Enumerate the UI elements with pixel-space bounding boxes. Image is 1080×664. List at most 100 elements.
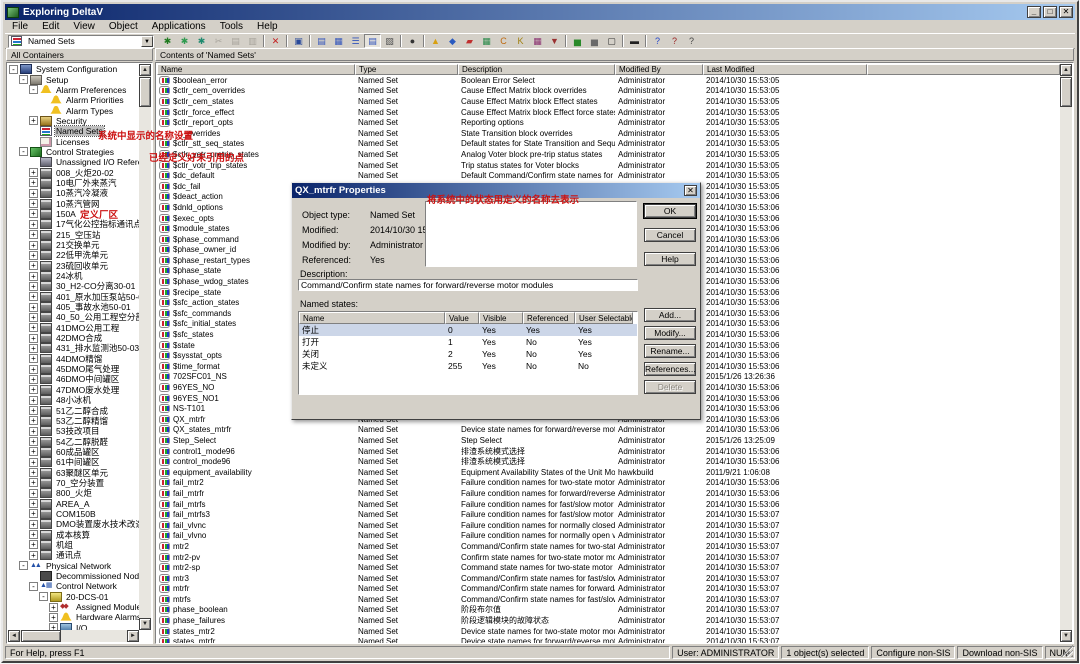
tree-item[interactable]: +通讯点 xyxy=(8,550,139,560)
tree-item[interactable]: -System Configuration xyxy=(8,64,139,74)
named-state-row[interactable]: 停止0YesYesYes xyxy=(299,324,637,336)
tree-item[interactable]: Named Sets xyxy=(8,126,139,136)
operator-station-button[interactable]: ◆ xyxy=(444,34,461,48)
tree-expand-toggle[interactable]: + xyxy=(49,613,58,622)
eraser-button[interactable]: ▰ xyxy=(461,34,478,48)
tree-expand-toggle[interactable]: + xyxy=(29,365,38,374)
modify-button[interactable]: Modify... xyxy=(644,326,696,340)
delete-button[interactable]: ✕ xyxy=(267,34,284,48)
tree-item[interactable]: +Security xyxy=(8,116,139,126)
list-row[interactable]: states_mtrfrNamed SetDevice state names … xyxy=(157,636,1060,643)
user-key-button[interactable]: K xyxy=(512,34,529,48)
list-row[interactable]: $ctlr_stt_seq_statesNamed SetDefault sta… xyxy=(157,139,1060,150)
tree-expand-toggle[interactable]: + xyxy=(29,313,38,322)
scrollbar-thumb[interactable] xyxy=(21,630,61,642)
tree-expand-toggle[interactable]: + xyxy=(49,603,58,612)
tree-item[interactable]: -Control Strategies xyxy=(8,147,139,157)
tree-item[interactable]: -20-DCS-01 xyxy=(8,592,139,602)
help-button[interactable]: Help xyxy=(644,252,696,266)
states-column-header-value[interactable]: Value xyxy=(445,312,479,324)
tree-expand-toggle[interactable]: + xyxy=(29,230,38,239)
tree-item[interactable]: +Hardware Alarms xyxy=(8,612,139,622)
tree-expand-toggle[interactable]: + xyxy=(29,478,38,487)
menu-view[interactable]: View xyxy=(66,21,102,32)
update-download-button[interactable]: ▣ xyxy=(290,34,307,48)
list-row[interactable]: fail_vlvnoNamed SetFailure condition nam… xyxy=(157,531,1060,542)
column-header-last-modified[interactable]: Last Modified xyxy=(703,64,867,75)
tree-expand-toggle[interactable]: + xyxy=(29,540,38,549)
title-bar[interactable]: Exploring DeltaV _ □ ✕ xyxy=(5,4,1075,20)
tree-expand-toggle[interactable]: - xyxy=(39,592,48,601)
download-partial-button[interactable]: ✱ xyxy=(176,34,193,48)
list-row[interactable]: mtr2-spNamed SetCommand state names for … xyxy=(157,562,1060,573)
list-row[interactable]: control_mode96Named Set排渣系统模式选择Administr… xyxy=(157,456,1060,467)
resize-grip[interactable] xyxy=(1061,645,1073,657)
tree-expand-toggle[interactable]: + xyxy=(29,427,38,436)
list-vertical-scrollbar[interactable]: ▲ ▼ xyxy=(1060,64,1072,642)
tree-expand-toggle[interactable]: + xyxy=(29,251,38,260)
alarm-bell-button[interactable]: ▲ xyxy=(427,34,444,48)
named-states-table[interactable]: NameValueVisibleReferencedUser Selectabl… xyxy=(298,311,638,395)
named-state-row[interactable]: 打开1YesNoYes xyxy=(299,336,637,348)
tree-expand-toggle[interactable]: + xyxy=(29,334,38,343)
tree-expand-toggle[interactable]: + xyxy=(29,303,38,312)
states-column-header-user-selectable[interactable]: User Selectable xyxy=(575,312,633,324)
menu-edit[interactable]: Edit xyxy=(35,21,66,32)
dialog-close-icon[interactable]: ✕ xyxy=(684,185,697,196)
states-column-header-visible[interactable]: Visible xyxy=(479,312,523,324)
tree-expand-toggle[interactable]: + xyxy=(29,189,38,198)
tree-item[interactable]: +I/O xyxy=(8,623,139,630)
tree-expand-toggle[interactable]: - xyxy=(29,582,38,591)
tree-item[interactable]: -Physical Network xyxy=(8,561,139,571)
ok-button[interactable]: OK xyxy=(644,204,696,218)
tree-item[interactable]: -Setup xyxy=(8,74,139,84)
column-header-type[interactable]: Type xyxy=(355,64,458,75)
menu-applications[interactable]: Applications xyxy=(145,21,213,32)
tree-expand-toggle[interactable]: + xyxy=(29,499,38,508)
history-collection-button[interactable]: C xyxy=(495,34,512,48)
tree-expand-toggle[interactable]: + xyxy=(49,623,58,630)
dialog-title-bar[interactable]: QX_mtrfr Properties ✕ xyxy=(292,183,700,198)
tree-expand-toggle[interactable]: + xyxy=(29,116,38,125)
list-row[interactable]: states_mtr2Named SetDevice state names f… xyxy=(157,626,1060,637)
tree-expand-toggle[interactable]: + xyxy=(29,220,38,229)
maximize-button[interactable]: □ xyxy=(1043,6,1057,18)
list-row[interactable]: mtrfsNamed SetCommand/Confirm state name… xyxy=(157,594,1060,605)
tree-expand-toggle[interactable]: + xyxy=(29,509,38,518)
tree-expand-toggle[interactable]: + xyxy=(29,209,38,218)
table-define-button[interactable]: ▦ xyxy=(529,34,546,48)
tree-expand-toggle[interactable]: + xyxy=(29,385,38,394)
list-row[interactable]: $ctlr_force_effectNamed SetCause Effect … xyxy=(157,107,1060,118)
menu-tools[interactable]: Tools xyxy=(213,21,250,32)
tree-item[interactable]: +Assigned Modules xyxy=(8,602,139,612)
list-row[interactable]: QX_states_mtrfrNamed SetDevice state nam… xyxy=(157,425,1060,436)
references-button[interactable]: References... xyxy=(644,362,696,376)
tree-expand-toggle[interactable]: + xyxy=(29,416,38,425)
tree-expand-toggle[interactable]: + xyxy=(29,437,38,446)
column-header-name[interactable]: Name xyxy=(157,64,355,75)
view-small-icons-button[interactable]: ▦ xyxy=(330,34,347,48)
tree-expand-toggle[interactable]: + xyxy=(29,241,38,250)
tree-expand-toggle[interactable]: + xyxy=(29,530,38,539)
list-row[interactable]: control1_mode96Named Set排渣系统模式选择Administ… xyxy=(157,446,1060,457)
tree-item[interactable]: -Control Network xyxy=(8,581,139,591)
list-row[interactable]: Step_SelectNamed SetStep SelectAdministr… xyxy=(157,435,1060,446)
tree-expand-toggle[interactable]: - xyxy=(19,147,28,156)
list-row[interactable]: fail_mtrfsNamed SetFailure condition nam… xyxy=(157,499,1060,510)
list-row[interactable]: $ctlr_cem_statesNamed SetCause Effect Ma… xyxy=(157,96,1060,107)
list-row[interactable]: $ctlr_cem_overridesNamed SetCause Effect… xyxy=(157,86,1060,97)
list-row[interactable]: _overridesNamed SetState Transition bloc… xyxy=(157,128,1060,139)
object-type-combobox[interactable]: Named Sets ▼ xyxy=(8,35,154,48)
diagram-edit-button[interactable]: ▅ xyxy=(586,34,603,48)
tree-item[interactable]: +AREA_A xyxy=(8,498,139,508)
list-row[interactable]: equipment_availabilityNamed SetEquipment… xyxy=(157,467,1060,478)
scrollbar-thumb[interactable] xyxy=(139,77,151,107)
tree-expand-toggle[interactable]: + xyxy=(29,178,38,187)
list-row[interactable]: mtr3Named SetCommand/Confirm state names… xyxy=(157,573,1060,584)
tree-expand-toggle[interactable]: + xyxy=(29,199,38,208)
keyboard-button[interactable]: ▬ xyxy=(626,34,643,48)
tree-expand-toggle[interactable]: + xyxy=(29,489,38,498)
tree-item[interactable]: -Alarm Preferences xyxy=(8,85,139,95)
table-download-button[interactable]: ▼ xyxy=(546,34,563,48)
list-row[interactable]: mtr2Named SetCommand/Confirm state names… xyxy=(157,541,1060,552)
